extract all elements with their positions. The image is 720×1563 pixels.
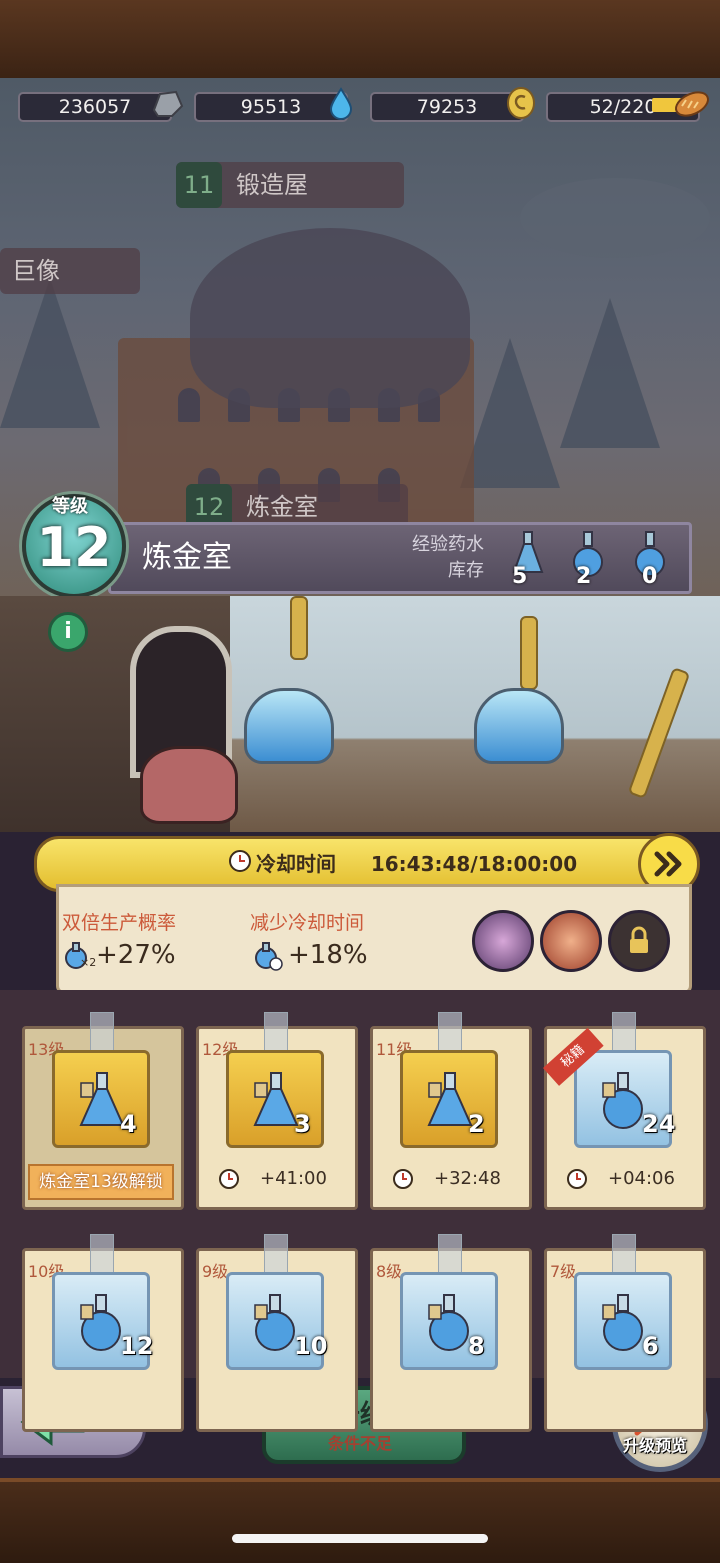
card-level: 8级 — [376, 1262, 403, 1281]
forge-golem-image — [190, 228, 470, 408]
water-drop-icon — [329, 87, 353, 120]
level-label: 等级 — [52, 496, 88, 517]
goblin-worker-image — [140, 746, 238, 824]
double-production-label: 双倍生产概率 — [62, 912, 177, 934]
card-tape — [264, 1012, 288, 1054]
potion-count: 24 — [642, 1110, 676, 1138]
cooldown-potion-icon — [255, 942, 283, 971]
potion-count: 12 — [120, 1332, 154, 1360]
card-level: 7级 — [550, 1262, 577, 1281]
cooldown-text: 冷却时间 16:43:48/18:00:00 — [256, 848, 577, 877]
lock-icon — [630, 926, 648, 953]
card-tape — [90, 1234, 114, 1276]
potion-count: 2 — [468, 1110, 485, 1138]
reduce-cooldown-label: 减少冷却时间 — [250, 912, 365, 934]
robot-arm — [520, 616, 538, 690]
robot-arm — [290, 596, 308, 660]
stock-count-1: 5 — [512, 564, 528, 589]
forge-sign-level: 11 — [176, 162, 222, 208]
potion-count: 3 — [294, 1110, 311, 1138]
airship-image — [520, 178, 710, 258]
card-tape — [438, 1012, 462, 1054]
level-number: 12 — [36, 516, 112, 579]
potion-count: 10 — [294, 1332, 328, 1360]
double-production-value: +27% — [96, 940, 176, 970]
ore-counter[interactable]: 236057 — [18, 92, 172, 122]
locked-hero-slot[interactable] — [608, 910, 670, 972]
card-tape — [438, 1234, 462, 1276]
tree-silhouette — [560, 298, 660, 448]
gold-counter[interactable]: 79253 — [370, 92, 524, 122]
alchemy-lab-interior — [0, 596, 720, 832]
potion-count: 4 — [120, 1110, 137, 1138]
ore-icon — [152, 90, 184, 117]
stock-label-inventory: 库存 — [448, 560, 484, 581]
bread-icon — [675, 91, 709, 117]
potion-count: 8 — [468, 1332, 485, 1360]
clock-icon — [393, 1169, 413, 1189]
reduce-cooldown-value: +18% — [288, 940, 368, 970]
forge-sign-label: 锻造屋 — [236, 171, 308, 199]
home-indicator[interactable] — [232, 1534, 488, 1543]
card-tape — [264, 1234, 288, 1276]
clock-icon — [219, 1169, 239, 1189]
potion-count: 6 — [642, 1332, 659, 1360]
stock-count-2: 2 — [576, 564, 592, 589]
craft-time: +32:48 — [434, 1168, 501, 1189]
top-frame — [0, 0, 720, 82]
alchemy-sign-label: 炼金室 — [246, 493, 318, 521]
lab-flask — [244, 688, 334, 764]
cooldown-value: 16:43:48/18:00:00 — [370, 852, 578, 876]
multiplier-text: ×2 — [80, 956, 97, 969]
stock-count-3: 0 — [642, 564, 658, 589]
hero-portrait[interactable] — [540, 910, 602, 972]
robot-arm — [627, 666, 691, 800]
card-level: 9级 — [202, 1262, 229, 1281]
upgrade-condition-text: 条件不足 — [327, 1434, 392, 1453]
room-title: 炼金室 — [142, 540, 232, 575]
forge-sign[interactable]: 11 锻造屋 — [176, 162, 404, 208]
tree-silhouette — [0, 278, 100, 428]
craft-time: +04:06 — [608, 1168, 675, 1189]
card-tape — [612, 1012, 636, 1054]
card-tape — [90, 1012, 114, 1054]
clock-icon — [229, 850, 251, 872]
hero-portrait[interactable] — [472, 910, 534, 972]
card-tape — [612, 1234, 636, 1276]
lab-flask — [474, 688, 564, 764]
bottom-frame — [0, 1478, 720, 1563]
clock-icon — [567, 1169, 587, 1189]
craft-time: +41:00 — [260, 1168, 327, 1189]
tree-silhouette — [460, 338, 560, 488]
info-button[interactable]: i — [48, 612, 88, 652]
gold-coin-icon — [507, 87, 535, 119]
cooldown-label: 冷却时间 — [256, 852, 336, 876]
statue-sign[interactable]: 巨像 — [0, 248, 140, 294]
statue-sign-label: 巨像 — [12, 257, 60, 285]
unlock-requirement: 炼金室13级解锁 — [28, 1164, 174, 1200]
stock-label-potion: 经验药水 — [412, 534, 484, 555]
upgrade-preview-label: 升级预览 — [622, 1436, 687, 1455]
